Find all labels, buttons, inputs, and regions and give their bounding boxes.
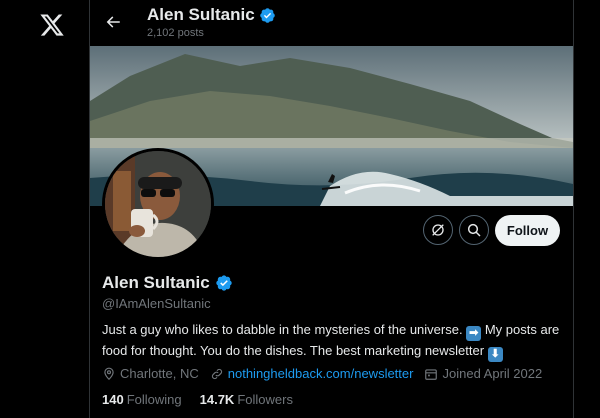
top-bar-name: Alen Sultanic (147, 5, 255, 24)
link-icon (211, 368, 222, 379)
followers-link[interactable]: 14.7K Followers (200, 392, 293, 407)
location-item: Charlotte, NC (102, 366, 199, 381)
right-arrow-emoji: ➡ (466, 326, 482, 341)
calendar-icon (425, 368, 438, 380)
joined-item: Joined April 2022 (424, 366, 542, 381)
profile-top-bar: Alen Sultanic 2,102 posts (90, 0, 573, 46)
verified-badge-icon[interactable] (215, 274, 233, 292)
profile-action-row: Follow (0, 215, 573, 247)
x-logo-icon[interactable] (39, 12, 65, 38)
top-name-row: Alen Sultanic (147, 5, 276, 25)
grok-button[interactable] (423, 215, 453, 245)
left-navigation (0, 0, 89, 418)
follow-counts: 140 Following 14.7K Followers (102, 392, 311, 407)
verified-badge-icon (259, 7, 275, 23)
right-pane (574, 0, 600, 418)
followers-count: 14.7K (199, 392, 235, 407)
grok-icon (432, 224, 444, 236)
profile-name: Alen Sultanic (102, 273, 210, 292)
website-link[interactable]: nothingheldback.com/newsletter (228, 366, 414, 381)
joined-text: Joined April 2022 (442, 366, 543, 381)
down-arrow-emoji: ⬇ (487, 347, 503, 362)
search-profile-button[interactable] (459, 215, 489, 245)
profile-bio: Just a guy who likes to dabble in the my… (102, 320, 562, 362)
posts-count: 2,102 posts (147, 27, 204, 39)
profile-handle: @IAmAlenSultanic (102, 296, 211, 311)
location-icon (104, 367, 114, 380)
following-link[interactable]: 140 Following (102, 392, 182, 407)
following-count: 140 (102, 392, 124, 407)
profile-name-row: Alen Sultanic (102, 273, 233, 293)
following-label: Following (126, 392, 182, 407)
back-button[interactable] (100, 9, 126, 35)
location-text: Charlotte, NC (120, 366, 199, 381)
back-arrow-icon (106, 16, 120, 28)
follow-button[interactable]: Follow (495, 215, 560, 246)
search-icon (467, 223, 481, 237)
profile-meta: Charlotte, NC nothingheldback.com/newsle… (102, 366, 553, 381)
bio-text-1: Just a guy who likes to dabble in the my… (102, 322, 463, 337)
website-item: nothingheldback.com/newsletter (210, 366, 414, 381)
followers-label: Followers (237, 392, 293, 407)
